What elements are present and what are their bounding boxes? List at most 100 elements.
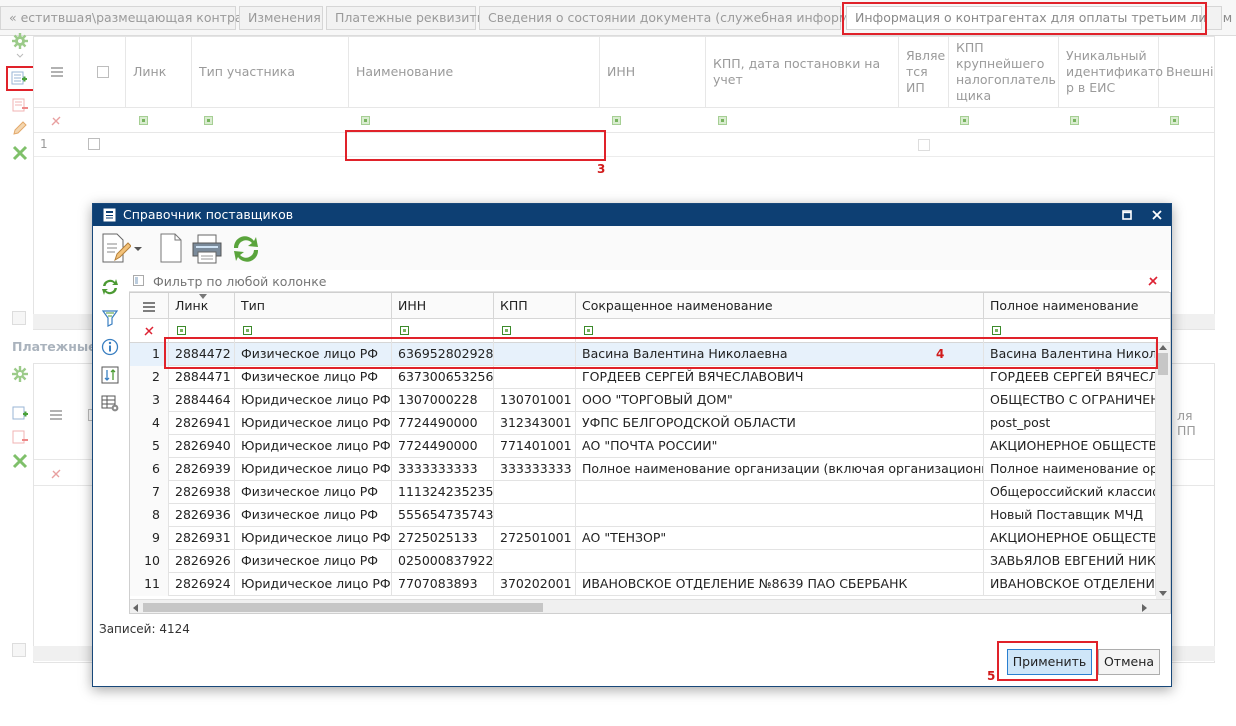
col-header-full-name[interactable]: Полное наименование [984,293,1170,319]
cell-type: Физическое лицо РФ [235,504,392,527]
table-row[interactable]: 1 [34,133,1214,157]
table-row[interactable]: 9 2826931 Юридическое лицо РФ 2725025133 272… [130,527,1170,550]
dialog-title: Справочник поставщиков [123,207,294,222]
tab-overflow[interactable] [1206,6,1222,30]
excel-icon[interactable] [11,452,29,470]
gear-icon[interactable] [11,32,29,50]
apply-button[interactable]: Применить [1007,649,1092,675]
filter-full-name[interactable] [992,326,1001,335]
cell-kpp: 370202001 [494,573,576,596]
col-header-short-name[interactable]: Сокращенное наименование [576,293,984,319]
cell-kpp: 312343001 [494,412,576,435]
col-header-external[interactable]: Внешні [1159,37,1216,107]
table-row[interactable]: 10 2826926 Физическое лицо РФ 025000837922 З… [130,550,1170,573]
col-header-type[interactable]: Тип [235,293,392,319]
col-header-pp[interactable]: ля ПП [1177,408,1214,438]
col-header-eis-uid[interactable]: Уникальный идентификато р в ЕИС [1059,37,1163,107]
table-settings-icon[interactable] [101,394,119,412]
filter-name[interactable] [361,116,370,125]
edit-document-icon[interactable] [101,232,131,264]
col-header-participant-type[interactable]: Тип участника [192,37,349,107]
filter-inn[interactable] [612,116,621,125]
col-header-inn[interactable]: ИНН [600,37,706,107]
table-row[interactable]: 4 2826941 Юридическое лицо РФ 7724490000 312… [130,412,1170,435]
is-ip-checkbox[interactable] [918,139,930,151]
row-checkbox[interactable] [88,138,100,150]
col-header-name[interactable]: Наименование [349,37,600,107]
info-icon[interactable] [101,338,119,356]
table-row[interactable]: 6 2826939 Юридическое лицо РФ 3333333333 333… [130,458,1170,481]
excel-icon[interactable] [11,144,29,162]
clear-filter-icon[interactable] [50,468,62,480]
hscroll-thumb[interactable] [143,603,543,612]
add-row-icon[interactable] [11,404,29,422]
filter-kpp-date[interactable] [718,116,727,125]
filter-icon[interactable] [102,309,118,327]
refresh-icon[interactable] [230,234,262,264]
filter-kpp[interactable] [502,326,511,335]
cancel-button[interactable]: Отмена [1098,649,1160,675]
chevron-down-icon[interactable] [133,245,143,253]
table-row[interactable]: 11 2826924 Юридическое лицо РФ 7707083893 37… [130,573,1170,596]
printer-icon[interactable] [192,234,222,264]
bg2-corner [12,643,26,657]
filter-inn[interactable] [400,326,409,335]
col-header-link[interactable]: Линк [169,293,235,319]
col-header-kpp-date[interactable]: КПП, дата постановки на учет [706,37,899,107]
filter-link[interactable] [139,116,148,125]
col-header-is-ip[interactable]: Являе тся ИП [899,37,949,107]
delete-row-icon[interactable] [11,428,29,446]
vscroll-thumb[interactable] [1158,353,1168,375]
filter-link[interactable] [177,326,186,335]
table-row[interactable]: 2 2884471 Физическое лицо РФ 637300653256 ГО… [130,366,1170,389]
chevron-down-icon[interactable] [15,52,25,60]
grid-menu-icon[interactable] [130,293,169,319]
filter-toggle-icon[interactable] [133,275,144,286]
tab-document-status[interactable]: Сведения о состоянии документа (служебна… [479,6,885,30]
maximize-icon[interactable] [1122,210,1132,220]
row-number: 10 [130,550,169,573]
filter-input[interactable] [151,272,1111,290]
grid-menu-icon[interactable] [50,410,62,420]
col-header-kpp[interactable]: КПП [494,293,576,319]
cell-full-name: Полное наименование орг [984,458,1156,481]
filter-largest-kpp[interactable] [960,116,969,125]
cell-kpp [494,366,576,389]
grid-vscroll[interactable] [1156,343,1170,599]
refresh-icon[interactable] [101,278,119,296]
cell-link: 2826941 [169,412,235,435]
clear-filter-icon[interactable] [143,325,155,337]
filter-eis-uid[interactable] [1070,116,1079,125]
clear-filter-icon[interactable] [1147,275,1159,287]
filter-participant-type[interactable] [204,116,213,125]
select-all-checkbox[interactable] [80,37,126,107]
filter-type[interactable] [243,326,252,335]
edit-pencil-icon[interactable] [11,119,29,137]
sort-icon[interactable] [101,366,119,384]
clear-filter-icon[interactable] [50,115,62,127]
filter-short-name[interactable] [584,326,593,335]
tab-counterparties-third-party[interactable]: Информация о контрагентах для оплаты тре… [846,6,1232,30]
table-row[interactable]: 5 2826940 Юридическое лицо РФ 7724490000 771… [130,435,1170,458]
gear-icon[interactable] [11,365,29,383]
delete-row-icon[interactable] [11,96,29,114]
add-row-icon[interactable] [10,69,28,87]
col-header-link[interactable]: Линк [126,37,192,107]
table-row[interactable]: 8 2826936 Физическое лицо РФ 555654735743 Но… [130,504,1170,527]
cell-type: Физическое лицо РФ [235,481,392,504]
new-document-icon[interactable] [159,232,183,264]
table-row[interactable]: 1 2884472 Физическое лицо РФ 636952802928 Ва… [130,343,1170,366]
col-header-largest-taxpayer-kpp[interactable]: КПП крупнейшего налогоплатель щика [949,37,1059,107]
grid-hscroll[interactable] [130,599,1170,613]
cell-short-name: Васина Валентина Николаевна [576,343,984,366]
tab-customer[interactable]: « еститвшая\размещающая контракт [0,6,257,30]
table-row[interactable]: 3 2884464 Юридическое лицо РФ 1307000228 130… [130,389,1170,412]
table-row[interactable]: 7 2826938 Физическое лицо РФ 111324235235 Об… [130,481,1170,504]
tab-changes[interactable]: Изменения [239,6,323,30]
grid-menu-icon[interactable] [34,37,80,107]
col-header-inn[interactable]: ИНН [392,293,494,319]
row-number: 5 [130,435,169,458]
filter-external[interactable] [1170,116,1179,125]
close-icon[interactable] [1152,210,1162,220]
tab-payment-details[interactable]: Платежные реквизиты [326,6,487,30]
